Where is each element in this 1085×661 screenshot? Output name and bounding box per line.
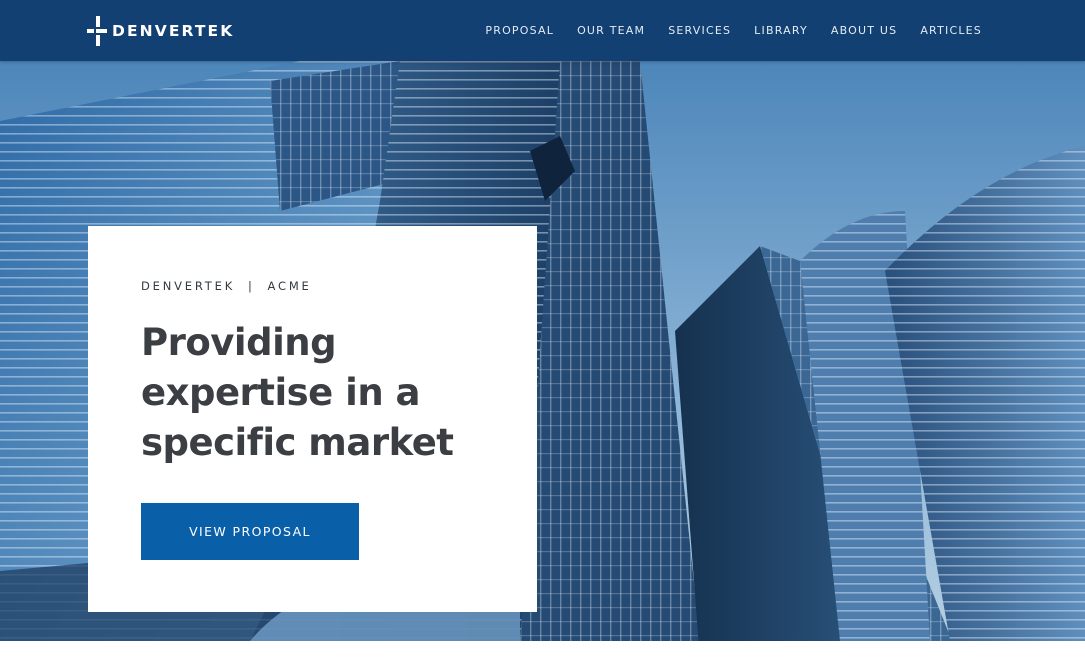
view-proposal-button[interactable]: VIEW PROPOSAL bbox=[141, 503, 359, 560]
hero-section: DENVERTEK | ACME Providing expertise in … bbox=[0, 61, 1085, 641]
nav-item-library[interactable]: LIBRARY bbox=[754, 24, 808, 37]
main-nav: PROPOSAL OUR TEAM SERVICES LIBRARY ABOUT… bbox=[485, 0, 982, 61]
brand-logo[interactable]: DENVERTEK bbox=[87, 16, 234, 46]
hero-headline: Providing expertise in a specific market bbox=[141, 321, 454, 464]
logo-mark-icon bbox=[87, 16, 107, 46]
nav-item-services[interactable]: SERVICES bbox=[668, 24, 731, 37]
top-navbar: DENVERTEK PROPOSAL OUR TEAM SERVICES LIB… bbox=[0, 0, 1085, 61]
nav-item-about-us[interactable]: ABOUT US bbox=[831, 24, 897, 37]
brand-name: DENVERTEK bbox=[112, 22, 235, 40]
hero-card: DENVERTEK | ACME Providing expertise in … bbox=[88, 226, 537, 612]
hero-eyebrow: DENVERTEK | ACME bbox=[141, 279, 312, 293]
nav-item-articles[interactable]: ARTICLES bbox=[920, 24, 982, 37]
nav-item-proposal[interactable]: PROPOSAL bbox=[485, 24, 554, 37]
nav-item-our-team[interactable]: OUR TEAM bbox=[577, 24, 645, 37]
